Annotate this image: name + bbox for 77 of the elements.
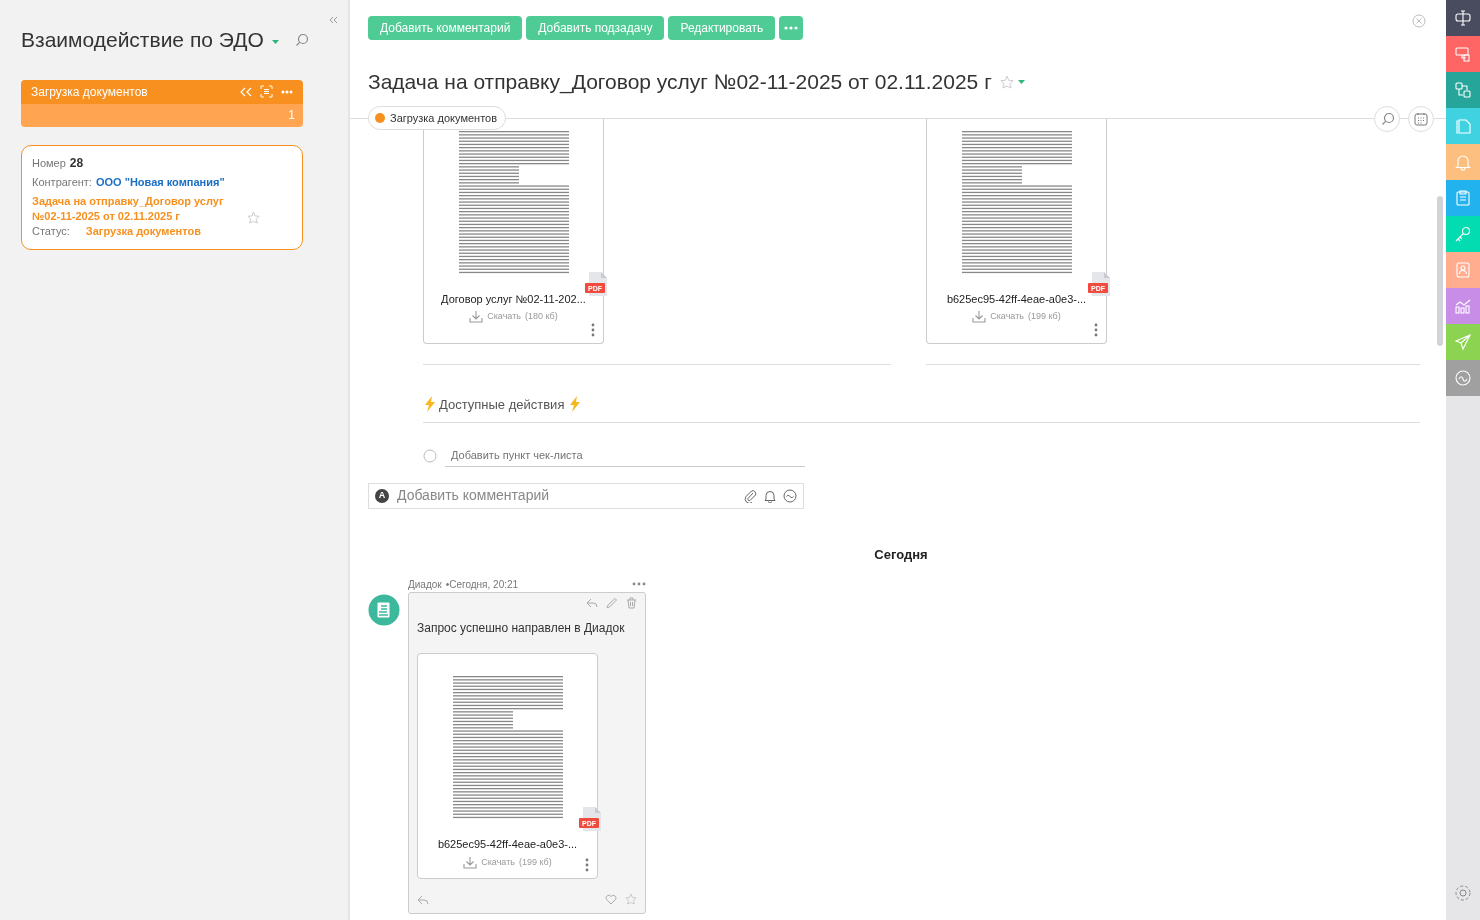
download-icon[interactable] [972,310,987,324]
sidebar-tab[interactable] [1446,72,1480,108]
bell-icon[interactable] [763,488,777,503]
scrollbar[interactable] [1437,196,1443,346]
download-icon[interactable] [469,310,484,324]
documents-icon [1454,117,1472,135]
contractor-link[interactable]: ООО "Новая компания" [95,174,225,190]
sidebar-tab[interactable] [1446,360,1480,396]
file-name[interactable]: b625ec95-42ff-4eae-a0e3-... [418,836,597,853]
chart-icon [1454,297,1472,315]
checkbox[interactable] [423,448,437,463]
caret-icon[interactable] [1017,79,1025,84]
file-size: (199 кб) [518,855,552,869]
lightning-icon [423,396,435,413]
flowchart-icon [1454,81,1472,99]
board-title: Взаимодействие по ЭДО [21,27,264,53]
paper-plane-icon [1454,333,1472,351]
calendar-icon [1414,111,1428,126]
sidebar-tab[interactable] [1446,36,1480,72]
delete-icon[interactable] [626,597,637,609]
field-label: Контрагент: [32,174,92,190]
star-icon[interactable] [999,74,1014,89]
more-icon [784,26,799,30]
date-heading: Сегодня [873,545,929,564]
sidebar-tab[interactable] [1446,324,1480,360]
clipboard-icon [1454,189,1472,207]
card-count: 1 [288,107,295,124]
checklist-input[interactable]: Добавить пункт чек-листа [445,445,805,467]
collapse-icon[interactable] [328,15,338,25]
more-icon[interactable] [632,582,646,586]
layout-icon [1454,9,1472,27]
more-icon[interactable] [585,858,589,872]
wave-icon [1454,369,1472,387]
chat-icon [1454,45,1472,63]
task-card[interactable]: Номер 28 Контрагент: ООО "Новая компания" Задача на отправку_Договор услуг №02-11-2025 от 02.11.2025 г Статус: Загрузка документов [21,144,303,250]
more-icon[interactable] [1094,322,1098,337]
reply-icon[interactable] [586,597,598,608]
file-size: (199 кб) [1027,310,1061,323]
file-size: (180 кб) [524,310,558,323]
download-icon[interactable] [463,855,478,869]
message-time: •Сегодня, 20:21 [445,577,519,592]
task-title: Задача на отправку_Договор услуг №02-11-2025 от 02.11.2025 г [368,69,992,96]
emoji-icon[interactable] [783,488,797,503]
search-icon [1380,112,1394,125]
star-icon[interactable] [625,893,637,905]
comment-field[interactable]: A Добавить комментарий [368,482,804,509]
heart-icon[interactable] [605,893,617,905]
paperclip-icon[interactable] [743,488,757,503]
sidebar-tab[interactable] [1446,0,1480,36]
status-value: Загрузка документов [85,223,201,239]
field-label: Номер [32,155,66,171]
message-author: Диадок [408,577,442,592]
search-icon[interactable] [294,33,308,47]
lightning-icon [568,396,581,413]
scan-icon[interactable] [260,85,273,98]
more-icon[interactable] [591,322,595,337]
more-button[interactable] [779,16,804,40]
document-avatar-icon [368,594,400,626]
section-heading: Доступные действия [439,395,565,414]
search-button[interactable] [1374,105,1400,132]
close-icon[interactable] [1412,14,1426,28]
star-icon[interactable] [247,210,260,224]
reply-icon[interactable] [417,893,429,905]
sidebar-tab[interactable] [1446,288,1480,324]
task-number: 28 [69,155,84,171]
contact-card-icon [1454,261,1472,279]
bell-icon [1454,153,1472,171]
field-label: Статус: [32,223,70,239]
user-avatar: A [375,488,389,503]
more-icon[interactable] [281,89,293,94]
settings-icon[interactable] [1454,884,1472,902]
key-icon [1454,225,1472,243]
caret-icon[interactable] [271,39,279,44]
message-text: Запрос успешно направлен в Диадок [417,620,626,637]
edit-icon[interactable] [606,597,618,609]
calendar-button[interactable] [1408,105,1434,132]
column-title: Загрузка документов [31,83,148,101]
